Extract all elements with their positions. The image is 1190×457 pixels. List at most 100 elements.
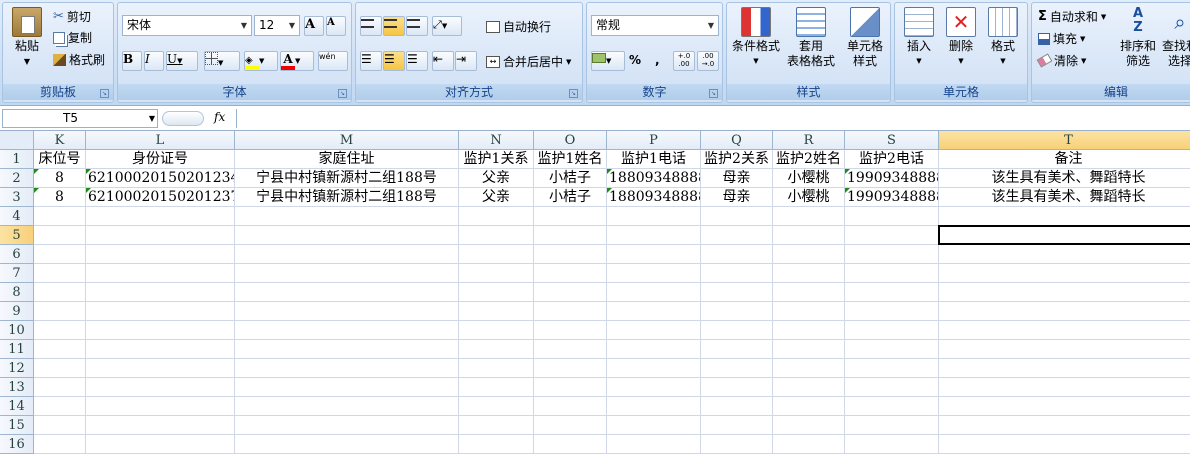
format-painter-button[interactable]: 格式刷 [53, 51, 105, 68]
column-header-o[interactable]: O [534, 131, 607, 150]
row-header-10[interactable]: 10 [0, 321, 34, 340]
cell-p13[interactable] [607, 378, 701, 397]
cell-l15[interactable] [86, 416, 235, 435]
chevron-down-icon[interactable]: ▼ [442, 22, 447, 30]
cell-l16[interactable] [86, 435, 235, 454]
cell-p6[interactable] [607, 245, 701, 264]
cell-t10[interactable] [939, 321, 1190, 340]
column-header-r[interactable]: R [773, 131, 845, 150]
cell-o16[interactable] [534, 435, 607, 454]
cell-o6[interactable] [534, 245, 607, 264]
cell-r3[interactable]: 小樱桃 [773, 188, 845, 207]
cell-p2[interactable]: 18809348888 [607, 169, 701, 188]
cell-m10[interactable] [235, 321, 459, 340]
chevron-down-icon[interactable]: ▼ [218, 59, 223, 67]
cell-n14[interactable] [459, 397, 534, 416]
cell-t2[interactable]: 该生具有美术、舞蹈特长 [939, 169, 1190, 188]
cell-r10[interactable] [773, 321, 845, 340]
format-cells-button[interactable]: 格式 ▼ [983, 7, 1023, 69]
cell-q1[interactable]: 监护2关系 [701, 150, 773, 169]
cell-m9[interactable] [235, 302, 459, 321]
align-left-button[interactable]: ☰ [360, 51, 382, 71]
cell-n15[interactable] [459, 416, 534, 435]
formula-input[interactable] [236, 109, 1188, 128]
grow-font-button[interactable]: A [304, 16, 324, 36]
cell-r15[interactable] [773, 416, 845, 435]
cell-m12[interactable] [235, 359, 459, 378]
cell-s13[interactable] [845, 378, 939, 397]
insert-button[interactable]: 插入 ▼ [899, 7, 939, 69]
cell-s7[interactable] [845, 264, 939, 283]
insert-function-icon[interactable]: fx [214, 110, 225, 124]
cell-n16[interactable] [459, 435, 534, 454]
cell-t9[interactable] [939, 302, 1190, 321]
autosum-button[interactable]: Σ 自动求和 ▼ [1038, 8, 1106, 25]
row-header-2[interactable]: 2 [0, 169, 34, 188]
cell-s5[interactable] [845, 226, 939, 245]
cell-p8[interactable] [607, 283, 701, 302]
copy-button[interactable]: 复制 [53, 29, 92, 46]
column-header-m[interactable]: M [235, 131, 459, 150]
cell-n9[interactable] [459, 302, 534, 321]
worksheet-grid[interactable]: KLMNOPQRST 1 2 3 4 5 6 7 8 9 10 11 12 13 14 15 16 床位号 身份… [0, 131, 1190, 457]
cell-o3[interactable]: 小桔子 [534, 188, 607, 207]
decrease-decimal-button[interactable]: .00 →.0 [697, 51, 719, 71]
cell-t14[interactable] [939, 397, 1190, 416]
cell-l9[interactable] [86, 302, 235, 321]
chevron-down-icon[interactable]: ▼ [285, 16, 299, 35]
align-top-button[interactable] [360, 16, 382, 36]
underline-button[interactable]: U▼ [166, 51, 198, 71]
cell-p5[interactable] [607, 226, 701, 245]
cell-n12[interactable] [459, 359, 534, 378]
column-header-s[interactable]: S [845, 131, 939, 150]
merge-center-button[interactable]: ↔ 合并后居中 ▼ [486, 53, 571, 70]
align-bottom-button[interactable] [406, 16, 428, 36]
clear-button[interactable]: 清除 ▼ [1036, 52, 1086, 69]
cell-t12[interactable] [939, 359, 1190, 378]
chevron-down-icon[interactable]: ▼ [566, 58, 571, 66]
row-header-8[interactable]: 8 [0, 283, 34, 302]
cell-m13[interactable] [235, 378, 459, 397]
cell-n6[interactable] [459, 245, 534, 264]
cell-l14[interactable] [86, 397, 235, 416]
cell-o10[interactable] [534, 321, 607, 340]
cell-m4[interactable] [235, 207, 459, 226]
cell-t6[interactable] [939, 245, 1190, 264]
cell-r6[interactable] [773, 245, 845, 264]
fill-color-button[interactable]: ◈ ▼ [244, 51, 278, 71]
cell-q8[interactable] [701, 283, 773, 302]
cell-k7[interactable] [34, 264, 86, 283]
row-header-6[interactable]: 6 [0, 245, 34, 264]
column-header-k[interactable]: K [34, 131, 86, 150]
cell-m2[interactable]: 宁县中村镇新源村二组188号 [235, 169, 459, 188]
currency-button[interactable]: ▼ [591, 51, 625, 71]
conditional-formatting-button[interactable]: 条件格式 ▼ [730, 7, 782, 69]
fill-button[interactable]: 填充 ▼ [1038, 30, 1085, 47]
cell-p14[interactable] [607, 397, 701, 416]
row-header-1[interactable]: 1 [0, 150, 34, 169]
row-header-7[interactable]: 7 [0, 264, 34, 283]
align-middle-button[interactable] [383, 16, 405, 36]
cell-n1[interactable]: 监护1关系 [459, 150, 534, 169]
cell-m7[interactable] [235, 264, 459, 283]
cell-k13[interactable] [34, 378, 86, 397]
sort-filter-button[interactable]: AZ 排序和 筛选 [1118, 7, 1158, 69]
cell-p1[interactable]: 监护1电话 [607, 150, 701, 169]
chevron-down-icon[interactable]: ▼ [237, 16, 251, 35]
cell-k1[interactable]: 床位号 [34, 150, 86, 169]
cell-s9[interactable] [845, 302, 939, 321]
name-box[interactable]: T5 ▼ [2, 109, 158, 128]
cell-s11[interactable] [845, 340, 939, 359]
select-all-corner[interactable] [0, 131, 34, 150]
cell-o13[interactable] [534, 378, 607, 397]
cell-q7[interactable] [701, 264, 773, 283]
chevron-down-icon[interactable]: ▼ [958, 54, 963, 69]
italic-button[interactable]: I [144, 51, 164, 71]
cell-k14[interactable] [34, 397, 86, 416]
cell-m3[interactable]: 宁县中村镇新源村二组188号 [235, 188, 459, 207]
percent-button[interactable]: % [629, 53, 641, 67]
cell-o2[interactable]: 小桔子 [534, 169, 607, 188]
cell-l5[interactable] [86, 226, 235, 245]
dialog-launcher-icon[interactable]: ↘ [569, 89, 578, 98]
cell-o5[interactable] [534, 226, 607, 245]
